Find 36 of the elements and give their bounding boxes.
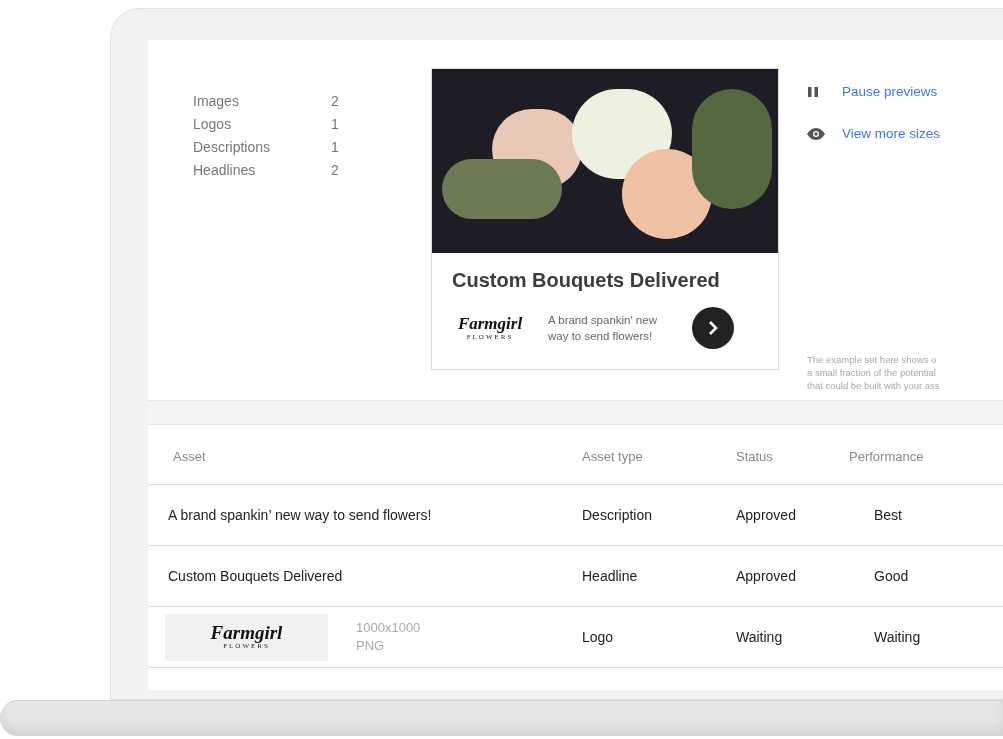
logo-wordmark: Farmgirl xyxy=(457,314,523,333)
table-cell: Headline xyxy=(582,567,638,584)
table-cell: Best xyxy=(874,506,902,523)
ad-headline: Custom Bouquets Delivered xyxy=(452,268,721,293)
image-size: 1000x1000 xyxy=(356,619,421,637)
count-label: Descriptions xyxy=(193,138,272,157)
count-value: 1 xyxy=(331,138,339,157)
count-label: Logos xyxy=(193,115,233,134)
table-cell: Approved xyxy=(736,567,796,584)
logo-wordmark: Farmgirl xyxy=(210,623,283,642)
count-value: 2 xyxy=(331,161,339,180)
image-format: PNG xyxy=(356,637,386,655)
table-cell: Waiting xyxy=(736,628,783,645)
column-header: Asset type xyxy=(582,449,643,464)
table-cell: Logo xyxy=(582,628,614,645)
count-label: Images xyxy=(193,92,240,111)
eye-icon xyxy=(807,128,825,141)
count-value: 1 xyxy=(331,115,339,134)
column-header: Status xyxy=(736,449,773,464)
pause-icon xyxy=(807,86,819,99)
table-cell: Good xyxy=(874,567,909,584)
table-cell-text: A brand spankin’ new way to send flowers! xyxy=(168,505,432,525)
count-label: Headlines xyxy=(193,161,257,180)
pause-previews-link[interactable]: Pause previews xyxy=(842,82,938,103)
next-button[interactable] xyxy=(692,307,734,349)
table-cell: Waiting xyxy=(874,628,921,645)
table-cell: Description xyxy=(582,506,653,523)
explanation-note: The example set here shows o a small fraction of the potential that could be built with your ass xyxy=(807,353,941,392)
count-value: 2 xyxy=(331,92,339,111)
ad-description: A brand spankin' new way to send flowers! xyxy=(548,313,658,344)
view-sizes-link[interactable]: View more sizes xyxy=(842,124,941,145)
column-header: Performance xyxy=(849,449,924,464)
chevron-right-icon xyxy=(708,320,718,336)
table-cell: Approved xyxy=(736,506,796,523)
column-header: Asset xyxy=(173,449,206,464)
table-cell-text: Custom Bouquets Delivered xyxy=(168,566,343,586)
